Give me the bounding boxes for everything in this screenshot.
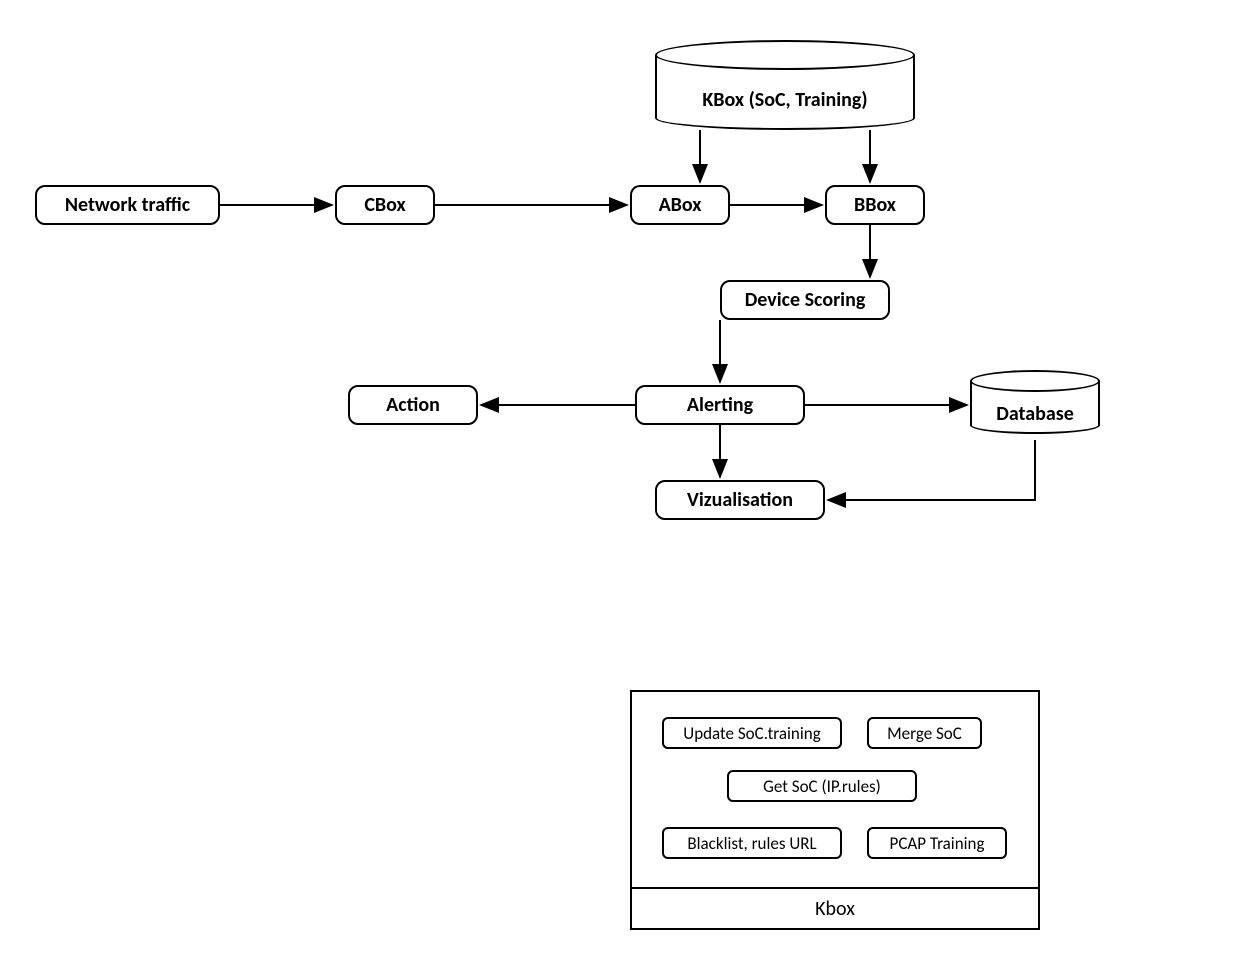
- label-update-soc-training: Update SoC.training: [683, 723, 820, 744]
- panel-node-merge-soc: Merge SoC: [867, 717, 982, 749]
- panel-node-update-soc-training: Update SoC.training: [662, 717, 842, 749]
- node-network-traffic: Network traffic: [35, 185, 220, 225]
- node-bbox: BBox: [825, 185, 925, 225]
- label-merge-soc: Merge SoC: [887, 723, 962, 744]
- label-visualisation: Vizualisation: [687, 488, 793, 512]
- panel-divider: [632, 887, 1038, 889]
- label-cbox: CBox: [364, 193, 405, 217]
- node-cbox: CBox: [335, 185, 435, 225]
- panel-node-pcap-training: PCAP Training: [867, 827, 1007, 859]
- label-blacklist-rules-url: Blacklist, rules URL: [687, 833, 816, 854]
- panel-kbox-detail: Update SoC.training Merge SoC Get SoC (I…: [630, 690, 1040, 930]
- label-alerting: Alerting: [687, 393, 753, 417]
- panel-node-blacklist-rules-url: Blacklist, rules URL: [662, 827, 842, 859]
- label-pcap-training: PCAP Training: [890, 833, 985, 854]
- node-device-scoring: Device Scoring: [720, 280, 890, 320]
- label-kbox-cyl: KBox (SoC, Training): [655, 88, 915, 112]
- cylinder-database: Database: [970, 370, 1100, 440]
- label-action: Action: [386, 393, 440, 417]
- label-database: Database: [970, 402, 1100, 426]
- label-abox: ABox: [659, 193, 702, 217]
- label-get-soc-ip-rules: Get SoC (IP.rules): [763, 776, 881, 797]
- node-action: Action: [348, 385, 478, 425]
- node-alerting: Alerting: [635, 385, 805, 425]
- label-network-traffic: Network traffic: [65, 193, 190, 217]
- cylinder-kbox: KBox (SoC, Training): [655, 40, 915, 130]
- label-device-scoring: Device Scoring: [745, 288, 866, 312]
- label-bbox: BBox: [854, 193, 896, 217]
- arrows-svg: [0, 0, 1240, 974]
- panel-node-get-soc-ip-rules: Get SoC (IP.rules): [727, 770, 917, 802]
- node-abox: ABox: [630, 185, 730, 225]
- panel-footer-label: Kbox: [632, 897, 1038, 921]
- node-visualisation: Vizualisation: [655, 480, 825, 520]
